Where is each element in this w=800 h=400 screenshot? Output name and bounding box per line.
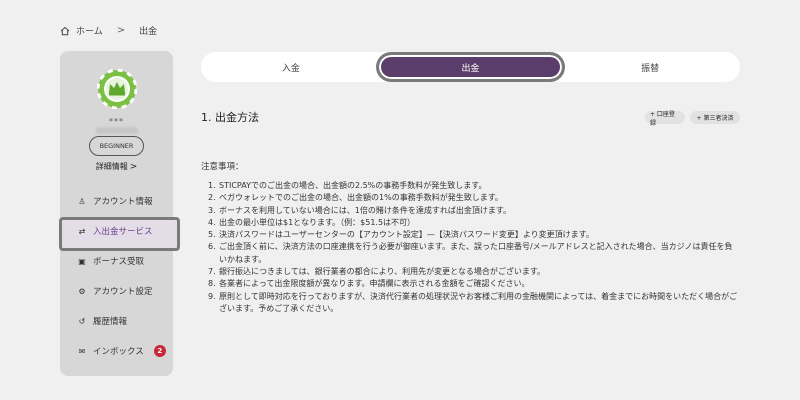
sidebar-item-history[interactable]: ↺ 履歴情報 (60, 306, 173, 336)
note-text: 銀行振込につきましては、銀行業者の都合により、利用先が変更となる場合がございます… (219, 267, 546, 277)
list-item: 9. 原則として即時対応を行っておりますが、決済代行業者の処理状況やお客様ご利用の… (208, 291, 740, 316)
note-text: ボーナスを利用していない場合には、1倍の賭け条件を達成すれば出金頂けます。 (219, 205, 512, 215)
note-text: STICPAYでのご出金の場合、出金額の2.5%の事務手数料が発生致します。 (219, 181, 487, 190)
mail-icon: ✉ (78, 346, 86, 356)
note-text: 原則として即時対応を行っておりますが、決済代行業者の処理状況やお客様ご利用の金融… (219, 291, 738, 313)
add-third-party-payment-button[interactable]: + 第三者決済 (690, 111, 740, 124)
breadcrumb-home[interactable]: ホーム (76, 24, 103, 37)
sidebar-item-label: 入出金サービス (93, 227, 153, 237)
note-number: 2. (208, 193, 216, 203)
tab-withdrawal[interactable]: 出金 (375, 52, 566, 82)
note-text: 決済パスワードはユーザーセンターの【アカウント設定】—【決済パスワード変更】より… (219, 230, 594, 240)
note-text: ご出金頂く前に、決済方法の口座連携を行う必要が御座います。また、誤った口座番号/… (219, 242, 733, 264)
sidebar-item-account-settings[interactable]: ⚙ アカウント設定 (60, 276, 173, 306)
sidebar-item-label: アカウント情報 (93, 197, 153, 207)
breadcrumb-current: 出金 (139, 27, 158, 37)
list-item: 7. 銀行振込につきましては、銀行業者の都合により、利用先が変更となる場合がござい… (208, 266, 740, 278)
note-text: 各業者によって出金限度額が異なります。申請欄に表示される金額をご確認ください。 (219, 279, 530, 289)
money-transfer-icon: ⇄ (78, 226, 86, 236)
note-number: 8. (208, 279, 216, 289)
breadcrumb-separator: > (116, 25, 126, 36)
note-number: 5. (208, 230, 216, 240)
note-text: 出金の最小単位は$1となります。（例：$51.5は不可） (219, 217, 416, 227)
avatar (96, 68, 138, 110)
home-icon[interactable] (60, 26, 70, 36)
details-link[interactable]: 詳細情報 > (60, 161, 173, 172)
list-item: 4. 出金の最小単位は$1となります。（例：$51.5は不可） (208, 217, 740, 229)
note-number: 4. (208, 217, 216, 227)
user-name-masked (96, 127, 138, 134)
list-item: 8. 各業者によって出金限度額が異なります。申請欄に表示される金額をご確認ください… (208, 278, 740, 290)
note-number: 1. (208, 181, 216, 190)
note-number: 3. (208, 205, 216, 215)
person-icon: ♙ (78, 196, 86, 206)
tab-label: 入金 (281, 63, 300, 74)
list-item: 3. ボーナスを利用していない場合には、1倍の賭け条件を達成すれば出金頂けます。 (208, 205, 740, 217)
tab-label: 振替 (641, 63, 660, 74)
tab-deposit[interactable]: 入金 (201, 52, 381, 82)
sidebar-item-deposit-withdrawal[interactable]: ⇄ 入出金サービス (59, 216, 180, 251)
sidebar-item-label: インボックス (93, 347, 144, 357)
unread-count-badge: 2 (153, 345, 166, 357)
chevron-right-icon: > (129, 162, 138, 172)
sidebar-item-account-info[interactable]: ♙ アカウント情報 (60, 186, 173, 216)
level-badge: BEGINNER (89, 136, 144, 156)
tab-transfer[interactable]: 振替 (560, 52, 740, 82)
note-text: ベガウォレットでのご出金の場合、出金額の1%の事務手数料が発生致します。 (219, 193, 503, 203)
sidebar: *** BEGINNER 詳細情報 > ♙ アカウント情報 ⇄ 入出金サービス ▣… (59, 51, 180, 376)
gear-icon: ⚙ (78, 286, 86, 296)
crown-chip-icon (96, 68, 138, 110)
sidebar-menu: ♙ アカウント情報 ⇄ 入出金サービス ▣ ボーナス受取 ⚙ アカウント設定 ↺… (59, 186, 180, 366)
breadcrumb: ホーム > 出金 (60, 24, 157, 37)
note-number: 9. (208, 291, 216, 301)
sidebar-item-label: ボーナス受取 (93, 257, 145, 267)
tab-label: 出金 (461, 63, 480, 74)
sidebar-item-label: 履歴情報 (93, 317, 128, 327)
user-id: *** (109, 117, 124, 126)
note-number: 6. (208, 242, 216, 252)
notes-heading: 注意事項： (201, 162, 244, 172)
sidebar-item-label: アカウント設定 (93, 287, 153, 297)
payment-tabs: 入金 出金 振替 (201, 52, 740, 82)
list-item: 1. STICPAYでのご出金の場合、出金額の2.5%の事務手数料が発生致します。 (208, 180, 740, 192)
sidebar-item-bonus[interactable]: ▣ ボーナス受取 (60, 246, 173, 276)
details-link-label: 詳細情報 (95, 162, 128, 171)
section-title: 1. 出金方法 (201, 111, 259, 124)
list-item: 2. ベガウォレットでのご出金の場合、出金額の1%の事務手数料が発生致します。 (208, 192, 740, 204)
add-account-button[interactable]: + 口座登録 (645, 111, 685, 127)
bonus-icon: ▣ (78, 256, 86, 266)
list-item: 5. 決済パスワードはユーザーセンターの【アカウント設定】—【決済パスワード変更】… (208, 229, 740, 241)
note-number: 7. (208, 267, 216, 277)
sidebar-item-inbox[interactable]: ✉ インボックス 2 (60, 336, 173, 366)
notes-list: 1. STICPAYでのご出金の場合、出金額の2.5%の事務手数料が発生致します。… (208, 180, 740, 315)
history-icon: ↺ (78, 316, 86, 326)
list-item: 6. ご出金頂く前に、決済方法の口座連携を行う必要が御座います。また、誤った口座番… (208, 241, 740, 266)
